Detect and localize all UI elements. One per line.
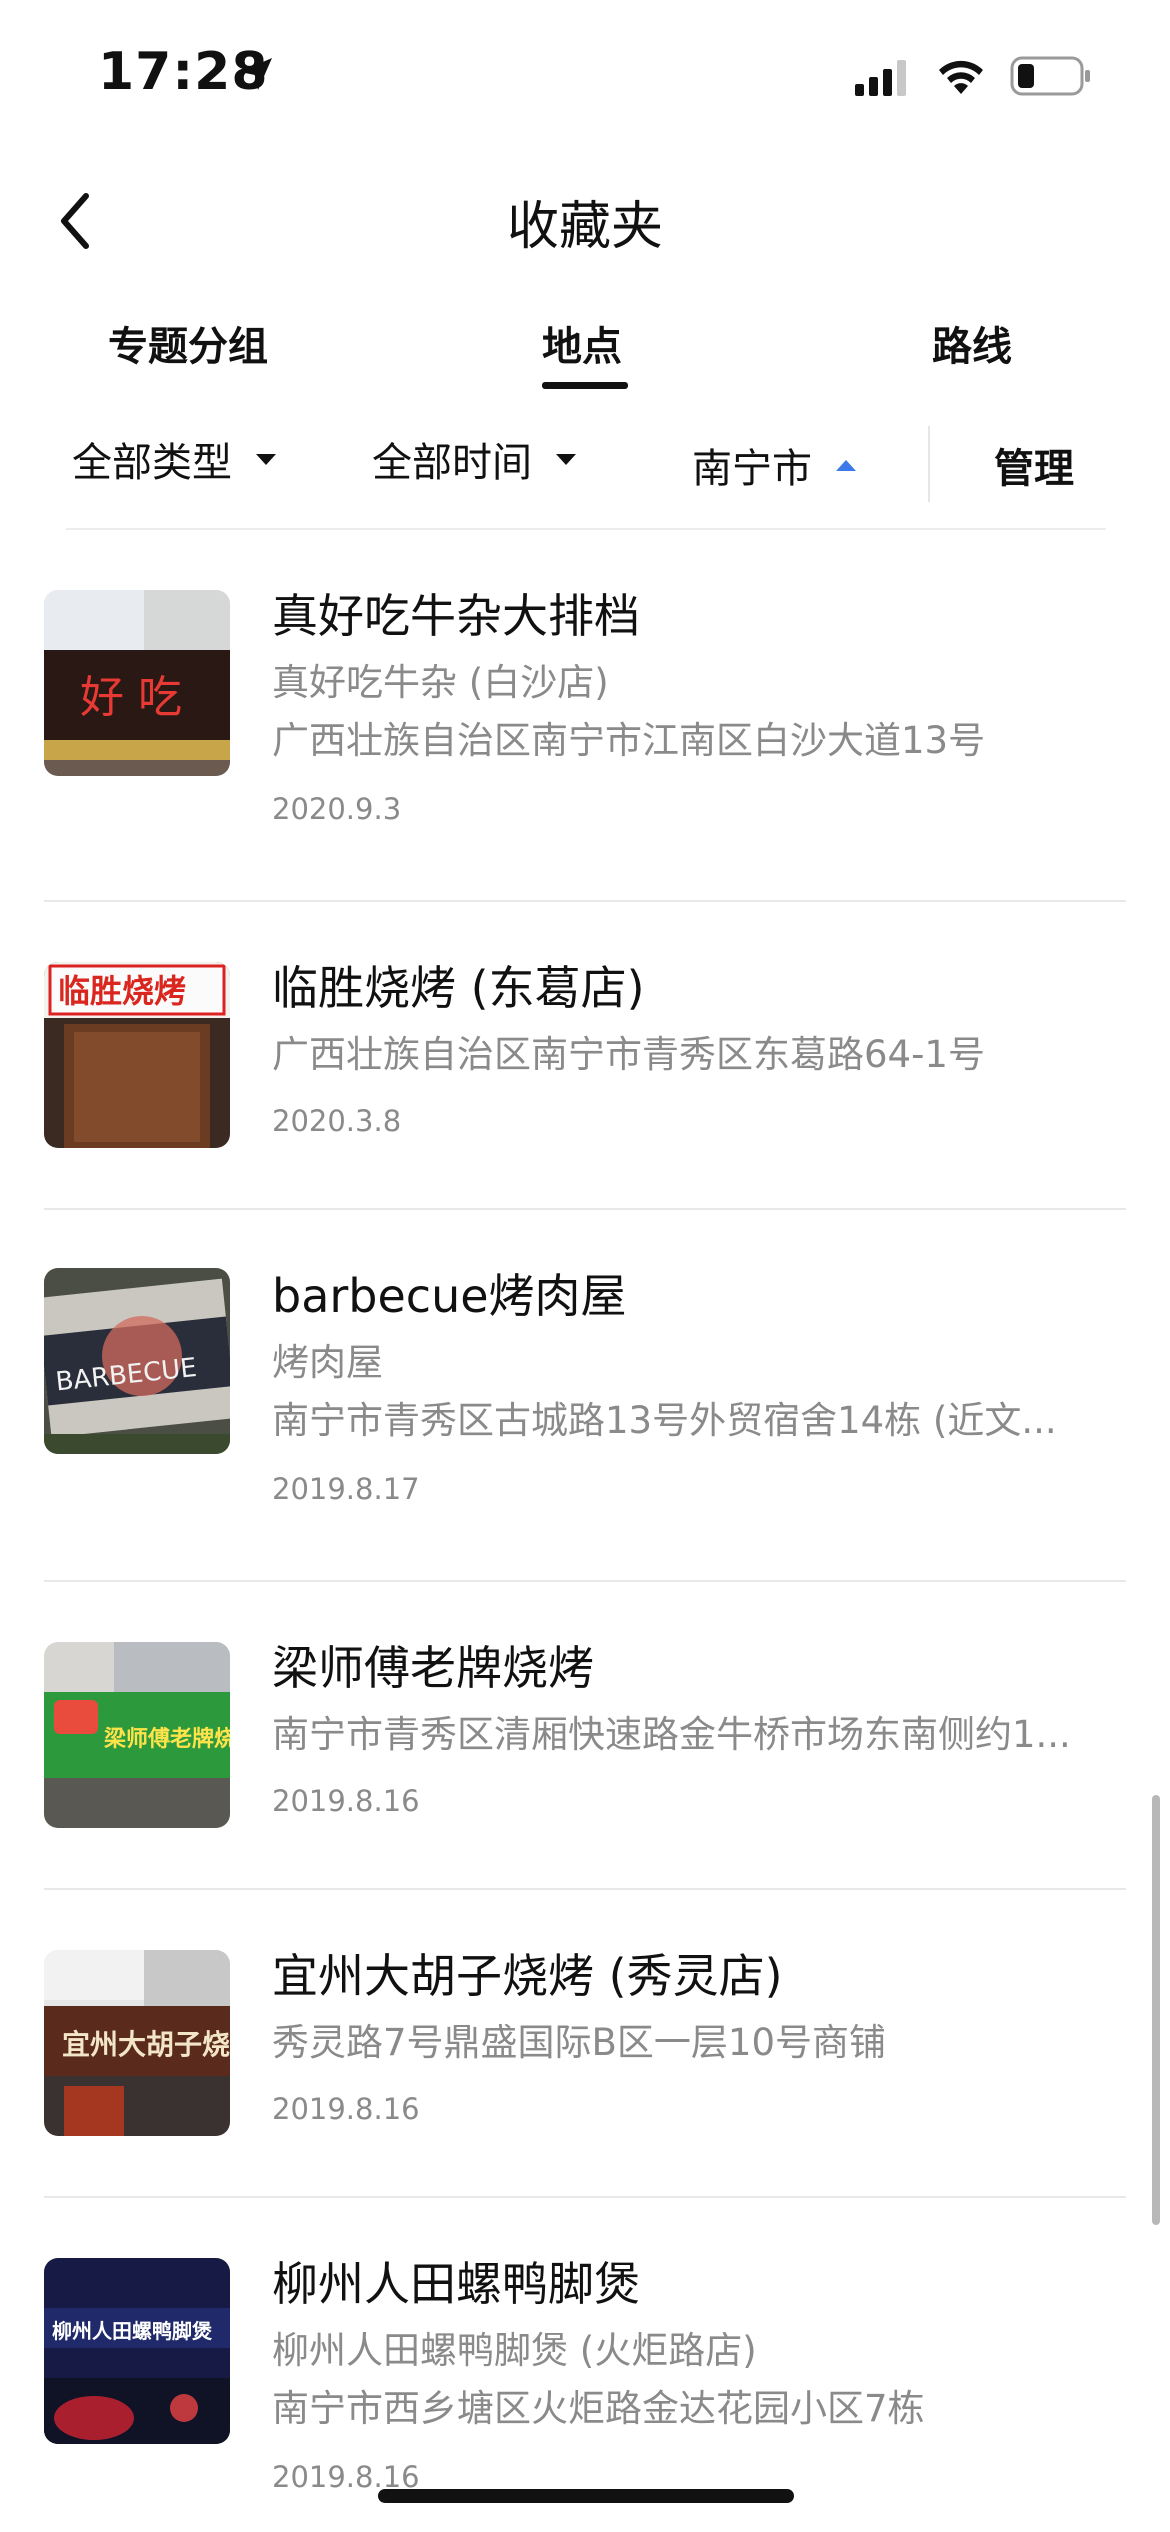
- filter-bar: 全部类型 全部时间 南宁市 管理: [0, 420, 1170, 520]
- sign-text: 宜州大胡子烧烤: [62, 2028, 230, 2061]
- city-filter-label: 南宁市: [692, 446, 812, 492]
- sign-text: 梁师傅老牌烧烤: [103, 1726, 230, 1752]
- place-subtitle: 烤肉屋: [272, 1341, 383, 1384]
- place-address: 南宁市西乡塘区火炬路金达花园小区7栋: [272, 2387, 925, 2430]
- sign-text: 好 吃: [80, 672, 182, 723]
- cellular-signal-icon: [855, 60, 906, 96]
- place-subtitle: 真好吃牛杂 (白沙店): [272, 661, 609, 704]
- manage-button[interactable]: 管理: [994, 436, 1074, 494]
- battery-icon: [1010, 56, 1090, 96]
- tab-bar: 专题分组 地点 路线: [0, 300, 1170, 400]
- place-thumbnail: 梁师傅老牌烧烤: [44, 1642, 230, 1828]
- nav-bar: 收藏夹: [0, 160, 1170, 280]
- place-name: 柳州人田螺鸭脚煲: [272, 2257, 640, 2311]
- place-name: 临胜烧烤 (东葛店): [272, 961, 645, 1015]
- place-date: 2019.8.17: [272, 1472, 420, 1506]
- home-indicator[interactable]: [378, 2489, 794, 2503]
- row-separator: [44, 2196, 1126, 2198]
- place-address: 广西壮族自治区南宁市江南区白沙大道13号: [272, 719, 986, 762]
- place-name: 梁师傅老牌烧烤: [272, 1641, 594, 1695]
- row-separator: [44, 1208, 1126, 1210]
- time-filter-label: 全部时间: [372, 440, 532, 486]
- place-date: 2020.3.8: [272, 1104, 402, 1138]
- place-name: 真好吃牛杂大排档: [272, 589, 640, 643]
- place-name: 宜州大胡子烧烤 (秀灵店): [272, 1949, 783, 2003]
- caret-down-icon: [556, 453, 576, 465]
- wifi-icon: [939, 60, 983, 94]
- tab-routes[interactable]: 路线: [932, 314, 1012, 372]
- scrollbar[interactable]: [1152, 1795, 1160, 2225]
- place-subtitle: 柳州人田螺鸭脚煲 (火炬路店): [272, 2329, 757, 2372]
- row-separator: [44, 1888, 1126, 1890]
- filter-divider-line: [66, 528, 1106, 530]
- type-filter-label: 全部类型: [72, 440, 232, 486]
- sign-text: 临胜烧烤: [58, 972, 186, 1010]
- location-arrow-icon: [240, 58, 272, 90]
- place-date: 2020.9.3: [272, 792, 402, 826]
- caret-up-icon: [836, 459, 856, 471]
- caret-down-icon: [256, 453, 276, 465]
- place-address: 秀灵路7号鼎盛国际B区一层10号商铺: [272, 2021, 887, 2064]
- type-filter-dropdown[interactable]: 全部类型: [72, 430, 276, 488]
- filter-divider: [928, 426, 930, 502]
- place-thumbnail: 好 吃: [44, 590, 230, 776]
- place-date: 2019.8.16: [272, 2092, 420, 2126]
- tab-places[interactable]: 地点: [542, 314, 622, 372]
- sign-text: 柳州人田螺鸭脚煲: [52, 2319, 213, 2343]
- tab-topic-groups[interactable]: 专题分组: [108, 314, 268, 372]
- row-separator: [44, 900, 1126, 902]
- active-tab-indicator: [542, 382, 628, 389]
- place-thumbnail: 宜州大胡子烧烤: [44, 1950, 230, 2136]
- city-filter-dropdown[interactable]: 南宁市: [692, 436, 856, 494]
- place-thumbnail: 柳州人田螺鸭脚煲: [44, 2258, 230, 2444]
- row-separator: [44, 1580, 1126, 1582]
- place-address: 南宁市青秀区清厢快速路金牛桥市场东南侧约1...: [272, 1713, 1071, 1756]
- time-filter-dropdown[interactable]: 全部时间: [372, 430, 576, 488]
- place-thumbnail: 临胜烧烤: [44, 962, 230, 1148]
- place-thumbnail: BARBECUE: [44, 1268, 230, 1454]
- place-name: barbecue烤肉屋: [272, 1269, 627, 1323]
- status-bar: 17:28: [0, 0, 1170, 150]
- place-date: 2019.8.16: [272, 1784, 420, 1818]
- page-title: 收藏夹: [506, 197, 663, 257]
- place-address: 广西壮族自治区南宁市青秀区东葛路64-1号: [272, 1033, 985, 1076]
- place-address: 南宁市青秀区古城路13号外贸宿舍14栋 (近文...: [272, 1399, 1057, 1442]
